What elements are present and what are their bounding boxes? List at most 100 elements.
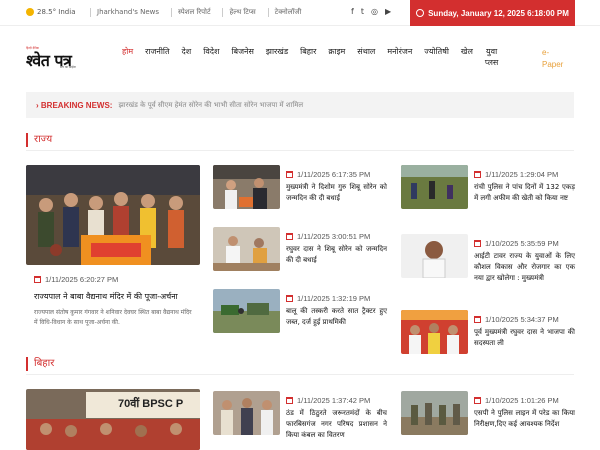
epaper-line1: e- — [542, 48, 550, 57]
news-title[interactable]: रांची पुलिस ने पांच दिनों में 132 एकड़ म… — [474, 182, 575, 204]
nav-item-astrology[interactable]: ज्योतिषी — [418, 46, 455, 68]
news-item[interactable]: 1/10/2025 5:35:59 PM आईटी टावर राज्य के … — [401, 234, 575, 282]
nav-item-business[interactable]: बिजनेस — [225, 46, 259, 68]
news-thumbnail[interactable] — [213, 289, 280, 333]
weather-text: 28.5° India — [37, 8, 76, 16]
breaking-headline[interactable]: झारखंड के पूर्व सीएम हेमंत सोरेन की भाभी… — [118, 101, 303, 110]
feature-date: 1/11/2025 6:20:27 PM — [34, 275, 200, 284]
news-item[interactable]: 1/11/2025 1:29:04 PM रांची पुलिस ने पांच… — [401, 165, 575, 211]
epaper-link[interactable]: e- Paper — [542, 47, 563, 71]
news-title[interactable]: एसपी ने पुलिस लाइन में परेड का किया निरी… — [474, 408, 575, 430]
feature-desc: राज्यपाल संतोष कुमार गंगवार ने शनिवार दे… — [34, 309, 192, 326]
news-date-text: 1/11/2025 3:00:51 PM — [297, 232, 371, 241]
nav-item-santhal[interactable]: संथाल — [351, 46, 381, 68]
news-date: 1/11/2025 1:29:04 PM — [474, 170, 558, 179]
section-divider — [26, 150, 574, 151]
news-date: 1/11/2025 6:17:35 PM — [286, 170, 370, 179]
top-link-technology[interactable]: टेक्नोलॉजी — [267, 8, 301, 17]
twitter-icon[interactable]: t — [361, 7, 364, 16]
nav-item-home[interactable]: होम — [116, 46, 139, 68]
instagram-icon[interactable]: ◎ — [371, 7, 378, 16]
calendar-icon — [286, 295, 293, 302]
current-date: Sunday, January 12, 2025 6:18:00 PM — [428, 8, 569, 18]
breaking-label-text: BREAKING NEWS: — [40, 100, 113, 110]
site-logo[interactable]: हिन्दी दैनिक श्वेत पत्र सच का आईना — [26, 46, 100, 70]
news-thumbnail[interactable] — [401, 310, 468, 354]
facebook-icon[interactable]: f — [351, 7, 354, 16]
calendar-icon — [474, 240, 481, 247]
news-thumbnail[interactable] — [213, 391, 280, 435]
news-item[interactable]: 1/10/2025 1:01:26 PM एसपी ने पुलिस लाइन … — [401, 391, 575, 437]
section-title-bihar[interactable]: बिहार — [26, 357, 54, 371]
news-date-text: 1/11/2025 6:17:35 PM — [297, 170, 371, 179]
nav-item-crime[interactable]: क्राइम — [322, 46, 351, 68]
breaking-label: › BREAKING NEWS: — [36, 101, 112, 110]
calendar-icon — [286, 171, 293, 178]
news-title[interactable]: बालू की तस्करी करते सात ट्रैक्टर हुए जब्… — [286, 306, 387, 328]
feature-article[interactable]: 1/11/2025 6:20:27 PM राज्यपाल ने बाबा वै… — [26, 165, 200, 328]
feature-date-text: 1/11/2025 6:20:27 PM — [45, 275, 119, 284]
top-link-jharkhand[interactable]: Jharkhand's News — [90, 8, 159, 17]
date-banner: Sunday, January 12, 2025 6:18:00 PM — [410, 0, 575, 26]
breaking-news-bar: › BREAKING NEWS: झारखंड के पूर्व सीएम हे… — [26, 92, 574, 118]
news-title[interactable]: आईटी टावर राज्य के युवाओं के लिए कौशल वि… — [474, 251, 575, 284]
news-thumbnail[interactable] — [213, 165, 280, 209]
nav-item-yuva-plus[interactable]: युवा प्लस — [479, 46, 504, 68]
nav-item-jharkhand[interactable]: झारखंड — [260, 46, 294, 68]
news-item[interactable]: 1/10/2025 5:34:37 PM पूर्व मुख्यमंत्री र… — [401, 310, 575, 356]
logo-tagline: सच का आईना — [60, 65, 76, 69]
nav-item-bihar[interactable]: बिहार — [294, 46, 322, 68]
news-title[interactable]: मुख्यमंत्री ने दिशोम गुरु शिबू सोरेन को … — [286, 182, 387, 204]
calendar-icon — [474, 316, 481, 323]
news-date-text: 1/10/2025 1:01:26 PM — [485, 396, 559, 405]
nav-item-videsh[interactable]: विदेश — [197, 46, 225, 68]
news-thumbnail[interactable] — [213, 227, 280, 271]
news-date: 1/10/2025 1:01:26 PM — [474, 396, 559, 405]
news-title[interactable]: रघुवर दास ने शिबू सोरेन को जन्मदिन की दी… — [286, 244, 387, 266]
news-title[interactable]: पूर्व मुख्यमंत्री रघुवर दास ने भाजपा की … — [474, 327, 575, 349]
top-links: Jharkhand's News स्पेशल रिपोर्ट हेल्थ टि… — [90, 8, 301, 17]
feature-title[interactable]: राज्यपाल ने बाबा वैद्यनाथ मंदिर में की प… — [34, 291, 200, 302]
youtube-icon[interactable]: ▶ — [385, 7, 391, 16]
epaper-line2: Paper — [542, 60, 564, 69]
bihar-banner-text: 70वीं BPSC P — [118, 398, 184, 410]
news-thumbnail[interactable] — [401, 391, 468, 435]
news-date: 1/10/2025 5:35:59 PM — [474, 239, 559, 248]
top-bar: 28.5° India Jharkhand's News स्पेशल रिपो… — [0, 0, 600, 26]
news-date-text: 1/11/2025 1:37:42 PM — [297, 396, 371, 405]
news-item[interactable]: 1/11/2025 6:17:35 PM मुख्यमंत्री ने दिशो… — [213, 165, 387, 211]
news-date-text: 1/11/2025 1:32:19 PM — [297, 294, 371, 303]
clock-icon — [416, 9, 425, 17]
news-item[interactable]: 1/11/2025 3:00:51 PM रघुवर दास ने शिबू स… — [213, 227, 387, 273]
top-link-special-report[interactable]: स्पेशल रिपोर्ट — [171, 8, 210, 17]
nav-yuva-line1: युवा — [486, 47, 498, 56]
feature-image[interactable] — [26, 165, 200, 265]
section-title-rajya[interactable]: राज्य — [26, 133, 52, 147]
news-thumbnail[interactable] — [401, 165, 468, 209]
nav-item-sports[interactable]: खेल — [455, 46, 479, 68]
news-item[interactable]: 1/11/2025 1:32:19 PM बालू की तस्करी करते… — [213, 289, 387, 335]
news-date: 1/10/2025 5:34:37 PM — [474, 315, 559, 324]
news-date-text: 1/10/2025 5:34:37 PM — [485, 315, 559, 324]
nav-item-entertainment[interactable]: मनोरंजन — [381, 46, 418, 68]
sun-icon — [26, 8, 34, 16]
calendar-icon — [286, 233, 293, 240]
news-item[interactable]: 1/11/2025 1:37:42 PM ठंड में ठिठुरते जरू… — [213, 391, 387, 439]
calendar-icon — [474, 171, 481, 178]
news-date: 1/11/2025 1:32:19 PM — [286, 294, 370, 303]
main-nav: होम राजनीति देश विदेश बिजनेस झारखंड बिहा… — [116, 46, 504, 68]
calendar-icon — [34, 276, 41, 283]
weather-widget: 28.5° India — [26, 8, 76, 16]
nav-item-politics[interactable]: राजनीति — [139, 46, 175, 68]
news-title[interactable]: ठंड में ठिठुरते जरूरतमंदों के बीच फारबिस… — [286, 408, 387, 441]
news-thumbnail[interactable] — [401, 234, 468, 278]
news-date-text: 1/10/2025 5:35:59 PM — [485, 239, 559, 248]
nav-item-desh[interactable]: देश — [176, 46, 198, 68]
news-date: 1/11/2025 3:00:51 PM — [286, 232, 370, 241]
calendar-icon — [286, 397, 293, 404]
top-link-health-tips[interactable]: हेल्थ टिप्स — [222, 8, 256, 17]
nav-yuva-line2: प्लस — [484, 58, 499, 67]
news-date-text: 1/11/2025 1:29:04 PM — [485, 170, 559, 179]
bihar-feature-image[interactable]: 70वीं BPSC P — [26, 389, 200, 450]
bihar-feature-article[interactable]: 70वीं BPSC P — [26, 389, 200, 450]
